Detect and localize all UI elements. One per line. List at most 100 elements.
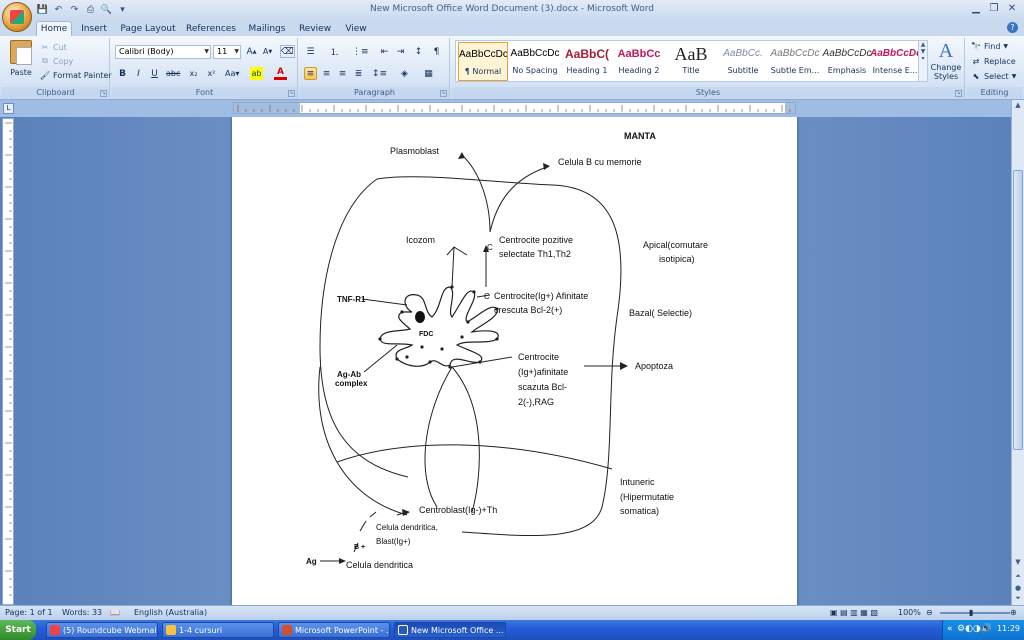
zoom-slider-thumb[interactable]: ▮ — [969, 608, 973, 617]
italic-icon[interactable]: I — [132, 67, 145, 80]
style-subtle-emphasis[interactable]: AaBbCcDc Subtle Em... — [770, 42, 820, 81]
gallery-scroll[interactable]: ▲ ▼ ▾ — [918, 40, 928, 82]
label-apical-2: isotipica) — [659, 254, 695, 264]
zoom-out-icon[interactable]: ⊖ — [926, 608, 933, 617]
scroll-thumb[interactable] — [1013, 170, 1023, 450]
replace-button[interactable]: ⇄ Replace — [971, 56, 1016, 66]
tab-view[interactable]: View — [342, 21, 370, 36]
task-folder[interactable]: 1-4 cursuri — [162, 622, 274, 638]
minimize-icon[interactable]: ▁ — [970, 2, 982, 14]
tab-mailings[interactable]: Mailings — [246, 21, 288, 36]
show-marks-icon[interactable]: ¶ — [430, 45, 443, 58]
borders-icon[interactable]: ▦ — [422, 67, 435, 80]
increase-indent-icon[interactable]: ⇥ — [394, 45, 407, 58]
tab-home[interactable]: Home — [36, 21, 72, 36]
task-powerpoint[interactable]: Microsoft PowerPoint - ... — [278, 622, 390, 638]
multilevel-list-icon[interactable]: ⋮≡ — [352, 45, 369, 58]
grow-font-icon[interactable]: A ▲ — [245, 45, 258, 58]
select-button[interactable]: ⬉ Select ▼ — [971, 71, 1017, 81]
word-count[interactable]: Words: 33 — [62, 608, 102, 617]
tray-icons[interactable]: ⚙◐◑🔊 — [957, 624, 992, 634]
styles-launcher-icon[interactable]: ↘ — [955, 90, 962, 97]
help-icon[interactable]: ? — [1007, 22, 1018, 33]
tab-selector-icon[interactable]: L — [3, 103, 14, 114]
zoom-in-icon[interactable]: ⊕ — [1010, 608, 1017, 617]
align-left-icon[interactable]: ≡ — [304, 67, 317, 80]
previous-page-icon[interactable]: ⏶ — [1013, 572, 1023, 584]
shading-icon[interactable]: ◈ — [398, 67, 411, 80]
document-page[interactable]: MANTA Plasmoblast Celula B cu memorie Ic… — [232, 117, 797, 605]
scroll-up-icon[interactable]: ▲ — [1013, 101, 1023, 113]
bullets-icon[interactable]: ☰ — [304, 45, 317, 58]
start-button[interactable]: Start — [0, 620, 36, 640]
view-buttons[interactable]: ▣ ▤ ▥ ▦ ▧ — [830, 608, 878, 617]
scroll-down-icon[interactable]: ▼ — [1013, 558, 1023, 570]
style-heading-2[interactable]: AaBbCc Heading 2 — [614, 42, 664, 81]
highlight-icon[interactable]: ab — [250, 67, 263, 80]
decrease-indent-icon[interactable]: ⇤ — [378, 45, 391, 58]
restore-icon[interactable]: ❐ — [988, 2, 1000, 14]
bold-icon[interactable]: B — [116, 67, 129, 80]
font-name-combo[interactable]: Calibri (Body) ▼ — [115, 45, 211, 59]
clear-formatting-icon[interactable]: ⌫ — [280, 45, 295, 58]
style-normal[interactable]: AaBbCcDc ¶ Normal — [458, 42, 508, 81]
powerpoint-icon — [282, 625, 292, 635]
change-styles-button[interactable]: A Change Styles — [930, 40, 962, 81]
style-title[interactable]: AaB Title — [666, 42, 716, 81]
style-name: Subtitle — [727, 66, 759, 75]
editing-group: 🔭 Find ▼ ⇄ Replace ⬉ Select ▼ Editing — [967, 38, 1022, 98]
page-count[interactable]: Page: 1 of 1 — [5, 608, 53, 617]
align-center-icon[interactable]: ≡ — [320, 67, 333, 80]
subscript-icon[interactable]: x₂ — [187, 67, 200, 80]
paste-button[interactable]: Paste — [6, 40, 36, 84]
label-ag: Ag — [306, 557, 317, 566]
task-label: (5) Roundcube Webmail... — [63, 625, 158, 635]
tab-insert[interactable]: Insert — [78, 21, 110, 36]
superscript-icon[interactable]: x² — [205, 67, 218, 80]
zoom-slider[interactable] — [940, 612, 1010, 614]
style-intense-emphasis[interactable]: AaBbCcDc Intense E... — [870, 42, 920, 81]
strikethrough-icon[interactable]: abc — [166, 67, 180, 80]
clipboard-launcher-icon[interactable]: ↘ — [100, 90, 107, 97]
icozom-connector — [446, 246, 468, 288]
line-spacing-icon[interactable]: ↕≡ — [372, 67, 387, 80]
style-emphasis[interactable]: AaBbCcDc Emphasis — [822, 42, 872, 81]
copy-button[interactable]: ⧉ Copy — [40, 56, 73, 66]
paragraph-launcher-icon[interactable]: ↘ — [440, 90, 447, 97]
horizontal-ruler[interactable] — [233, 102, 796, 114]
tab-references[interactable]: References — [184, 21, 238, 36]
align-right-icon[interactable]: ≡ — [336, 67, 349, 80]
arrow-plasmoblast-head — [458, 152, 465, 159]
tray-expand-icon[interactable]: « — [947, 624, 953, 634]
proofing-icon[interactable]: 📖 — [110, 608, 120, 617]
close-icon[interactable]: ✕ — [1006, 2, 1018, 14]
style-name: Intense E... — [872, 66, 918, 75]
label-celula-dendritica: Celula dendritica — [346, 560, 413, 569]
office-button[interactable] — [2, 2, 32, 32]
shrink-font-icon[interactable]: A ▼ — [261, 45, 274, 58]
task-roundcube[interactable]: (5) Roundcube Webmail... — [46, 622, 158, 638]
tab-page-layout[interactable]: Page Layout — [120, 21, 176, 36]
format-painter-button[interactable]: 🖌 Format Painter — [40, 70, 112, 80]
cut-button[interactable]: ✂ Cut — [40, 42, 67, 52]
font-color-icon[interactable]: A — [274, 67, 287, 80]
task-word[interactable]: New Microsoft Office ... — [394, 622, 506, 638]
ruler-ticks — [5, 122, 12, 596]
numbering-icon[interactable]: ⒈ — [328, 45, 341, 58]
sort-icon[interactable]: ↕ — [412, 45, 425, 58]
font-launcher-icon[interactable]: ↘ — [288, 90, 295, 97]
select-label: Select — [984, 71, 1009, 81]
underline-icon[interactable]: U — [148, 67, 161, 80]
tab-review[interactable]: Review — [296, 21, 334, 36]
language-indicator[interactable]: English (Australia) — [134, 608, 207, 617]
style-subtitle[interactable]: AaBbCc. Subtitle — [718, 42, 768, 81]
zoom-level[interactable]: 100% — [898, 608, 921, 617]
vertical-scrollbar[interactable]: ▲ ▼ ⏶ ● ⏷ — [1011, 100, 1024, 605]
justify-icon[interactable]: ≣ — [352, 67, 365, 80]
change-case-icon[interactable]: Aa▾ — [225, 67, 239, 80]
style-heading-1[interactable]: AaBbC( Heading 1 — [562, 42, 612, 81]
find-button[interactable]: 🔭 Find ▼ — [971, 41, 1008, 51]
vertical-ruler[interactable] — [2, 118, 14, 605]
style-no-spacing[interactable]: AaBbCcDc No Spacing — [510, 42, 560, 81]
font-size-combo[interactable]: 11 ▼ — [213, 45, 241, 59]
